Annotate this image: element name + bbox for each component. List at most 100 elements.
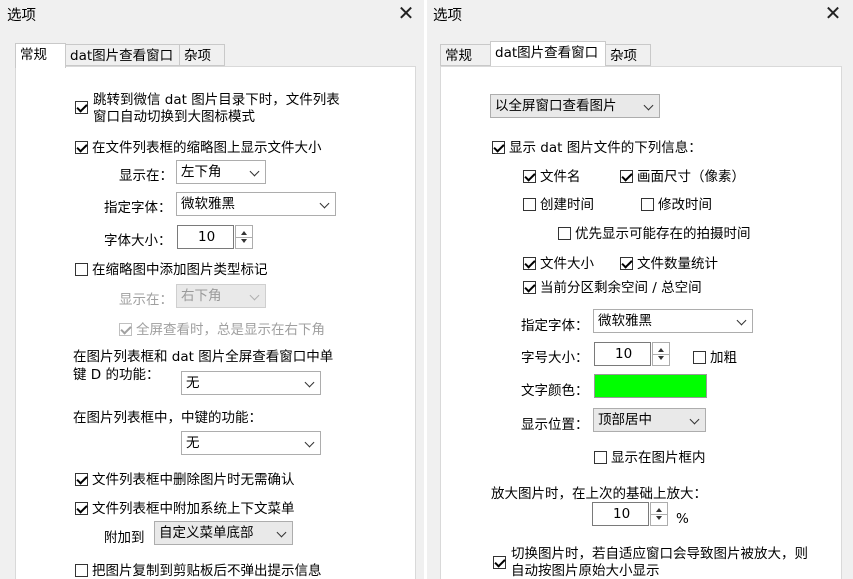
add-type-mark-option[interactable]: 在缩略图中添加图片类型标记 (75, 258, 268, 278)
font-size-label: 字体大小： (104, 233, 172, 249)
fullscreen-bottom-right-checkbox[interactable] (119, 323, 132, 336)
view-mode-value: 以全屏窗口查看图片 (495, 98, 617, 114)
show-at-select[interactable]: 左下角 (176, 160, 266, 184)
inside-frame-option[interactable]: 显示在图片框内 (594, 446, 706, 466)
position-select[interactable]: 顶部居中 (593, 408, 706, 432)
middle-click-value: 无 (186, 435, 200, 451)
file-name-checkbox[interactable] (523, 170, 536, 183)
file-size-checkbox[interactable] (523, 257, 536, 270)
fullscreen-bottom-right-label: 全屏查看时，总是显示在右下角 (136, 322, 325, 338)
arrow-up-icon (656, 508, 662, 512)
tab-dat-viewer[interactable]: dat图片查看窗口 (65, 44, 180, 66)
tab-misc[interactable]: 杂项 (179, 44, 225, 66)
fullscreen-bottom-right-option[interactable]: 全屏查看时，总是显示在右下角 (119, 318, 325, 338)
partition-space-checkbox[interactable] (523, 281, 536, 294)
size-stepper[interactable] (652, 342, 670, 366)
modify-time-checkbox[interactable] (641, 198, 654, 211)
view-mode-select[interactable]: 以全屏窗口查看图片 (490, 94, 660, 118)
shot-time-first-checkbox[interactable] (558, 227, 571, 240)
create-time-option[interactable]: 创建时间 (523, 193, 594, 213)
attach-context-menu-checkbox[interactable] (75, 502, 88, 515)
font-label: 指定字体： (521, 318, 589, 334)
close-icon: ✕ (824, 1, 842, 25)
chevron-down-icon (304, 437, 315, 448)
show-file-size-option[interactable]: 在文件列表框的缩略图上显示文件大小 (75, 136, 322, 156)
bold-option[interactable]: 加粗 (693, 346, 737, 366)
font-size-stepper[interactable] (235, 225, 253, 249)
delete-no-confirm-option[interactable]: 文件列表框中删除图片时无需确认 (75, 468, 295, 488)
zoom-stepper[interactable] (650, 502, 668, 526)
text-color-swatch[interactable] (594, 374, 707, 398)
show-at-value: 左下角 (181, 164, 222, 180)
image-size-checkbox[interactable] (620, 170, 633, 183)
close-button[interactable]: ✕ (396, 2, 416, 24)
image-size-label: 画面尺寸（像素） (637, 169, 745, 185)
font-value: 微软雅黑 (598, 313, 652, 329)
mark-show-at-label: 显示在： (119, 292, 173, 308)
mark-show-at-select[interactable]: 右下角 (176, 284, 266, 308)
chevron-down-icon (304, 377, 315, 388)
arrow-down-icon (656, 516, 662, 520)
arrow-up-icon (241, 231, 247, 235)
delete-no-confirm-checkbox[interactable] (75, 473, 88, 486)
show-file-size-checkbox[interactable] (75, 141, 88, 154)
file-name-label: 文件名 (540, 169, 581, 185)
position-label: 显示位置： (521, 417, 589, 433)
font-select[interactable]: 微软雅黑 (593, 309, 753, 333)
no-copy-prompt-checkbox[interactable] (75, 564, 88, 577)
show-info-checkbox[interactable] (492, 141, 505, 154)
create-time-checkbox[interactable] (523, 198, 536, 211)
key-d-select[interactable]: 无 (181, 371, 321, 395)
add-type-mark-checkbox[interactable] (75, 263, 88, 276)
original-size-checkbox[interactable] (493, 556, 506, 569)
mark-show-at-value: 右下角 (181, 288, 222, 304)
auto-large-icon-checkbox[interactable] (75, 101, 88, 114)
delete-no-confirm-label: 文件列表框中删除图片时无需确认 (92, 472, 295, 488)
tab-dat-viewer[interactable]: dat图片查看窗口 (490, 41, 606, 66)
middle-click-select[interactable]: 无 (181, 431, 321, 455)
dialog-title: 选项 (7, 8, 36, 24)
chevron-down-icon (736, 315, 747, 326)
color-label: 文字颜色： (521, 383, 589, 399)
attach-to-select[interactable]: 自定义菜单底部 (154, 521, 293, 545)
key-d-value: 无 (186, 375, 200, 391)
partition-space-label: 当前分区剩余空间 / 总空间 (540, 280, 702, 296)
original-size-label: 切换图片时，若自适应窗口会导致图片被放大，则自动按图片原始大小显示 (511, 546, 808, 579)
chevron-down-icon (249, 290, 260, 301)
shot-time-first-option[interactable]: 优先显示可能存在的拍摄时间 (558, 222, 751, 242)
create-time-label: 创建时间 (540, 197, 594, 213)
chevron-down-icon (249, 166, 260, 177)
attach-to-label: 附加到 (104, 530, 145, 546)
file-count-option[interactable]: 文件数量统计 (620, 252, 718, 272)
close-icon: ✕ (397, 1, 415, 25)
file-name-option[interactable]: 文件名 (523, 165, 581, 185)
chevron-down-icon (319, 198, 330, 209)
close-button[interactable]: ✕ (823, 2, 843, 24)
inside-frame-label: 显示在图片框内 (611, 450, 706, 466)
shot-time-first-label: 优先显示可能存在的拍摄时间 (575, 226, 751, 242)
show-info-option[interactable]: 显示 dat 图片文件的下列信息： (492, 136, 702, 156)
position-value: 顶部居中 (598, 412, 652, 428)
image-size-option[interactable]: 画面尺寸（像素） (620, 165, 745, 185)
tab-general[interactable]: 常规 (440, 44, 491, 66)
inside-frame-checkbox[interactable] (594, 451, 607, 464)
file-count-label: 文件数量统计 (637, 256, 718, 272)
arrow-down-icon (658, 356, 664, 360)
chevron-down-icon (643, 100, 654, 111)
bold-checkbox[interactable] (693, 351, 706, 364)
attach-to-value: 自定义菜单底部 (159, 525, 254, 541)
file-count-checkbox[interactable] (620, 257, 633, 270)
add-type-mark-label: 在缩略图中添加图片类型标记 (92, 262, 268, 278)
font-select[interactable]: 微软雅黑 (176, 192, 336, 216)
file-size-option[interactable]: 文件大小 (523, 252, 594, 272)
attach-context-menu-option[interactable]: 文件列表框中附加系统上下文菜单 (75, 497, 295, 517)
tab-misc[interactable]: 杂项 (605, 44, 651, 66)
modify-time-option[interactable]: 修改时间 (641, 193, 712, 213)
tab-general[interactable]: 常规 (15, 43, 66, 68)
font-size-input[interactable]: 10 (177, 225, 234, 249)
auto-large-icon-label: 跳转到微信 dat 图片目录下时，文件列表窗口自动切换到大图标模式 (93, 92, 340, 125)
partition-space-option[interactable]: 当前分区剩余空间 / 总空间 (523, 276, 702, 296)
size-input[interactable]: 10 (594, 342, 651, 366)
zoom-input[interactable]: 10 (592, 502, 649, 526)
no-copy-prompt-option[interactable]: 把图片复制到剪贴板后不弹出提示信息 (75, 559, 322, 579)
